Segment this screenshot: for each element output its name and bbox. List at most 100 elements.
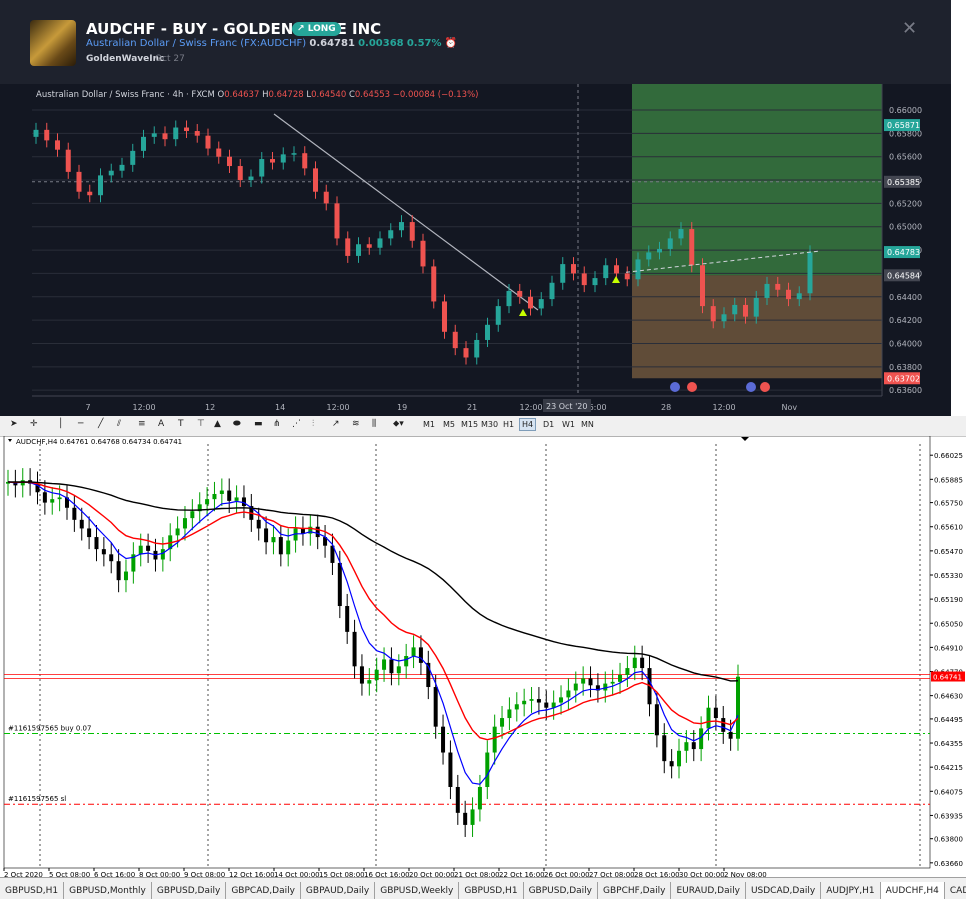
tv-candle: [76, 171, 82, 192]
tab-euraud-daily[interactable]: EURAUD,Daily: [671, 882, 746, 899]
tf-mn[interactable]: MN: [578, 418, 597, 431]
trendline-icon[interactable]: ╱: [98, 419, 103, 429]
mt-candle: [94, 537, 99, 550]
author-name-link[interactable]: GoldenWaveInc: [86, 54, 164, 64]
tv-time-tick: Nov: [782, 403, 798, 412]
more-tools-icon[interactable]: ⬥▾: [393, 419, 404, 429]
mt-candle: [448, 752, 453, 787]
event-flag-icon: [687, 382, 697, 392]
mt-price-tick: 0.65050: [934, 620, 963, 628]
mt4-chart-svg[interactable]: #1161597565 buy 0.07 #1161597565 sl 0.6602…: [0, 436, 966, 877]
tv-legend-part: 0.64728: [268, 90, 306, 100]
mt-candle: [79, 519, 84, 529]
mt-candle: [522, 700, 527, 705]
close-icon[interactable]: ✕: [902, 18, 917, 39]
fibo-time-icon[interactable]: ⫼: [372, 419, 376, 429]
tv-candle: [796, 293, 802, 300]
mt-candle: [50, 499, 55, 503]
tv-candle: [463, 348, 469, 358]
mt-candle: [654, 704, 659, 736]
mt-candle: [470, 809, 475, 825]
symbol-code-link[interactable]: (FX:AUDCHF): [240, 38, 306, 49]
long-badge: ↗ LONG: [292, 22, 341, 36]
tv-time-tick: 7: [86, 403, 91, 412]
mt-candle: [640, 657, 645, 669]
channel-icon[interactable]: ⫽: [117, 419, 121, 429]
mt-candle: [713, 707, 718, 719]
tab-gbpchf-daily[interactable]: GBPCHF,Daily: [598, 882, 672, 899]
tab-gbpusd-daily-2[interactable]: GBPUSD,Daily: [524, 882, 599, 899]
tab-usdcad-daily[interactable]: USDCAD,Daily: [746, 882, 822, 899]
tf-d1[interactable]: D1: [540, 418, 557, 431]
fibo-fan-icon[interactable]: ⊤: [197, 419, 205, 429]
mt-candle: [315, 526, 320, 538]
tv-legend-part: −0.00084 (−0.13%): [393, 90, 479, 100]
crosshair-icon[interactable]: ✛: [30, 419, 38, 429]
tv-candle: [764, 283, 770, 298]
mt-price-tick: 0.65190: [934, 596, 963, 604]
tv-candle: [130, 150, 136, 165]
ellipse-icon[interactable]: ⬬: [233, 419, 241, 429]
tab-gbpusd-monthly[interactable]: GBPUSD,Monthly: [64, 882, 152, 899]
mt-candle: [271, 537, 276, 543]
tv-candle: [420, 240, 426, 267]
tab-gbpcad-daily[interactable]: GBPCAD,Daily: [226, 882, 301, 899]
tf-m30[interactable]: M30: [478, 418, 501, 431]
mt-candle: [477, 786, 482, 810]
alarm-icon[interactable]: ⏰: [445, 38, 457, 49]
gann-icon[interactable]: ⋰: [292, 419, 301, 429]
mt-candle: [632, 657, 637, 669]
chart-tabs-bar: GBPUSD,H1 GBPUSD,Monthly GBPUSD,Daily GBPCA…: [0, 877, 966, 899]
tf-h1[interactable]: H1: [500, 418, 517, 431]
tf-m1[interactable]: M1: [420, 418, 438, 431]
horizontal-line-icon[interactable]: ─: [78, 419, 83, 429]
tv-candle: [141, 136, 146, 151]
tv-price-tick: 0.66000: [889, 106, 922, 115]
mt-candle: [286, 540, 291, 555]
label-tool-icon[interactable]: T: [178, 419, 184, 429]
tab-gbpusd-h1-2[interactable]: GBPUSD,H1: [459, 882, 524, 899]
tv-candle: [345, 238, 351, 256]
mt-candle: [728, 731, 733, 739]
cursor-icon[interactable]: ➤: [10, 419, 18, 429]
arrow-tool-icon[interactable]: ↗: [332, 419, 340, 429]
text-tool-icon[interactable]: A: [158, 419, 164, 429]
triangle-icon[interactable]: ▲: [214, 419, 221, 429]
author-avatar[interactable]: [30, 20, 76, 66]
fibo-arc-icon[interactable]: ≋: [352, 419, 360, 429]
tv-price-tick: 0.64000: [889, 339, 922, 348]
tv-price-tick: 0.64200: [889, 316, 922, 325]
tf-h4[interactable]: H4: [519, 418, 537, 431]
tab-gbpusd-weekly[interactable]: GBPUSD,Weekly: [375, 882, 460, 899]
mt-price-tick: 0.65610: [934, 524, 963, 532]
tab-gbpusd-daily[interactable]: GBPUSD,Daily: [152, 882, 227, 899]
tv-candle: [753, 297, 759, 317]
symbol-name-link[interactable]: Australian Dollar / Swiss Franc: [86, 38, 237, 49]
cycle-lines-icon[interactable]: ⫶: [312, 419, 314, 429]
fibo-icon[interactable]: ≡: [138, 419, 146, 429]
tf-w1[interactable]: W1: [559, 418, 578, 431]
tv-candle: [581, 273, 587, 286]
tv-candle: [162, 133, 168, 140]
pitchfork-icon[interactable]: ⋔: [273, 419, 281, 429]
tab-cadchf-daily[interactable]: CADCHF,Daily: [945, 882, 966, 899]
tv-candle: [65, 149, 71, 172]
tv-trendline: [273, 113, 539, 311]
rectangle-icon[interactable]: ▬: [254, 419, 263, 429]
vertical-line-icon[interactable]: │: [58, 419, 63, 429]
tv-candle: [743, 304, 748, 317]
tv-candle: [624, 273, 630, 280]
tv-candle: [657, 248, 662, 253]
mt-candle: [352, 631, 357, 667]
tf-m5[interactable]: M5: [440, 418, 458, 431]
mt-candle: [175, 528, 180, 536]
tab-audchf-h4[interactable]: AUDCHF,H4: [880, 882, 945, 899]
tab-gbpaud-daily[interactable]: GBPAUD,Daily: [301, 882, 376, 899]
mt-candle: [160, 549, 165, 560]
mt-candle: [278, 537, 283, 555]
mt-candle: [463, 812, 468, 825]
tv-candle: [431, 266, 437, 302]
tab-gbpusd-h1[interactable]: GBPUSD,H1: [0, 882, 65, 899]
tab-audjpy-h1[interactable]: AUDJPY,H1: [821, 882, 881, 899]
mt-candle: [109, 554, 114, 562]
